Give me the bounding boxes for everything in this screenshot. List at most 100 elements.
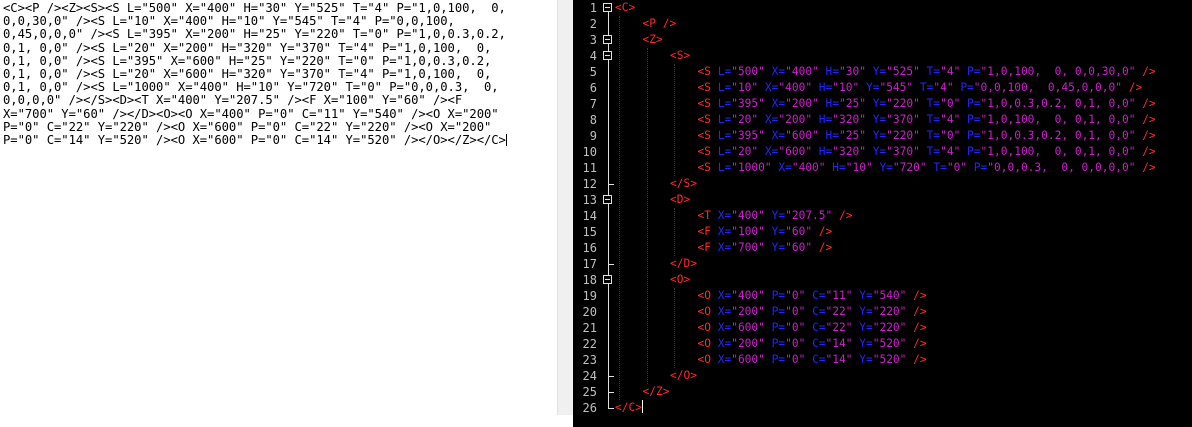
- xml-value-token: "4": [940, 113, 961, 126]
- code-line: <O X="400" P="0" C="11" Y="540" />: [698, 288, 927, 304]
- line-number: 6: [589, 81, 597, 95]
- xml-value-token: "540": [872, 289, 907, 302]
- fold-toggle-icon[interactable]: [603, 195, 612, 204]
- xml-attribute-token: Y=: [852, 305, 873, 318]
- xml-tag-token: <S: [697, 161, 718, 174]
- xml-tag-token: />: [832, 209, 853, 222]
- fold-guide-line: [608, 8, 609, 408]
- xml-attribute-token: P=: [764, 353, 786, 366]
- line-number: 14: [582, 209, 597, 223]
- code-line: <Z>: [643, 32, 663, 48]
- line-number: 20: [582, 305, 597, 319]
- xml-attribute-token: Y=: [865, 113, 887, 126]
- xml-tag-token: <D>: [670, 193, 691, 206]
- code-line: <F X="100" Y="60" />: [698, 224, 833, 240]
- code-line: </Z>: [643, 384, 670, 400]
- raw-xml-line: P="0" C="14" Y="520" /><O X="600" P="0" …: [3, 133, 506, 148]
- xml-value-token: "14": [825, 353, 853, 366]
- xml-tag-token: <F: [697, 225, 718, 238]
- xml-value-token: "370": [886, 113, 920, 126]
- xml-attribute-token: C=: [805, 337, 826, 350]
- xml-tag-token: />: [812, 225, 833, 238]
- xml-value-token: "320": [832, 145, 866, 158]
- xml-value-token: "320": [832, 113, 866, 126]
- xml-value-token: "0,0,100, 0,45,0,0,0": [973, 81, 1122, 94]
- xml-attribute-token: X=: [717, 225, 732, 238]
- fold-toggle-icon[interactable]: [603, 275, 612, 284]
- xml-tag-token: />: [1135, 129, 1156, 142]
- xml-value-token: "600": [785, 129, 819, 142]
- code-line: <F X="700" Y="60" />: [698, 240, 833, 256]
- xml-attribute-token: C=: [805, 321, 826, 334]
- xml-value-token: "0": [785, 289, 806, 302]
- xml-value-token: "400": [731, 289, 765, 302]
- xml-value-token: "200": [731, 337, 765, 350]
- code-line: <S L="395" X="200" H="25" Y="220" T="0" …: [698, 96, 1156, 112]
- xml-value-token: "25": [839, 97, 866, 110]
- code-line: <S L="20" X="600" H="320" Y="370" T="4" …: [698, 144, 1156, 160]
- xml-value-token: "0": [785, 305, 806, 318]
- code-line: <O X="600" P="0" C="14" Y="520" />: [698, 352, 927, 368]
- line-number: 5: [589, 65, 597, 79]
- indent-guide: [674, 64, 675, 176]
- xml-tag-token: />: [906, 305, 927, 318]
- xml-tag-token: <S>: [670, 49, 691, 62]
- xml-tag-token: </Z>: [642, 385, 670, 398]
- xml-attribute-token: C=: [805, 305, 826, 318]
- xml-tag-token: <Z>: [642, 33, 663, 46]
- xml-attribute-token: X=: [717, 353, 732, 366]
- xml-tag-token: </S>: [670, 177, 697, 190]
- xml-value-token: "500": [731, 65, 765, 78]
- xml-value-token: "720": [892, 161, 927, 174]
- xml-value-token: "1,0,0.3,0.2, 0,1, 0,0": [980, 97, 1136, 110]
- fold-toggle-icon[interactable]: [603, 35, 612, 44]
- xml-attribute-token: P=: [960, 113, 981, 126]
- xml-value-token: "0": [785, 353, 806, 366]
- fold-toggle-icon[interactable]: [603, 3, 612, 12]
- xml-value-token: "220": [872, 305, 907, 318]
- code-line: <T X="400" Y="207.5" />: [698, 208, 853, 224]
- xml-value-token: "4": [933, 81, 954, 94]
- xml-attribute-token: H=: [812, 145, 833, 158]
- xml-attribute-token: Y=: [865, 65, 887, 78]
- xml-attribute-token: P=: [764, 305, 786, 318]
- code-line: <S L="10" X="400" H="10" Y="545" T="4" P…: [698, 80, 1143, 96]
- vertical-scrollbar[interactable]: [557, 0, 574, 415]
- code-editor[interactable]: 1 2 3 4 5 6 7 8 9 10 11 12 13 14 15 16 17 18 19 20 21 22 23 24 2…: [573, 0, 1192, 427]
- indent-guide: [646, 48, 648, 384]
- raw-xml-line: 0,0,30,0" /><S L="10" X="400" H="10" Y="…: [3, 14, 455, 29]
- raw-xml-textarea[interactable]: <C><P /><Z><S><S L="500" X="400" H="30" …: [0, 0, 557, 415]
- xml-value-token: "4": [940, 65, 961, 78]
- raw-xml-line: P="0" C="22" Y="220" /><O X="600" P="0" …: [3, 119, 492, 134]
- xml-tag-token: />: [1135, 145, 1156, 158]
- xml-attribute-token: H=: [818, 97, 840, 110]
- xml-tag-token: <O: [697, 321, 718, 334]
- code-line: </D>: [670, 256, 697, 272]
- xml-value-token: "525": [886, 65, 920, 78]
- fold-end-marker: [608, 408, 614, 409]
- fold-end-marker: [608, 392, 614, 393]
- xml-value-token: "10": [731, 81, 759, 94]
- xml-value-token: "100": [731, 225, 765, 238]
- text-caret: [505, 134, 507, 147]
- xml-tag-token: />: [906, 353, 927, 366]
- code-line: <O>: [670, 272, 690, 288]
- indent-guide: [674, 208, 675, 256]
- code-line: <C>: [615, 0, 635, 16]
- xml-value-token: "395": [731, 97, 765, 110]
- xml-attribute-token: H=: [818, 65, 840, 78]
- xml-attribute-token: Y=: [859, 81, 880, 94]
- textarea-bottom-margin: [0, 415, 573, 427]
- xml-value-token: "520": [872, 353, 907, 366]
- xml-value-token: "10": [832, 81, 860, 94]
- code-area[interactable]: <C> <P /> <Z> <S> <S L="500" X="400" H="30" …: [615, 0, 1192, 427]
- xml-attribute-token: Y=: [852, 337, 873, 350]
- xml-value-token: "1,0,100, 0, 0,0,30,0": [980, 65, 1136, 78]
- xml-attribute-token: P=: [967, 161, 988, 174]
- raw-xml-line: 0,1, 0,0" /><S L="20" X="600" H="320" Y=…: [3, 67, 492, 82]
- xml-attribute-token: Y=: [764, 225, 786, 238]
- xml-value-token: "10": [845, 161, 873, 174]
- xml-attribute-token: X=: [764, 65, 786, 78]
- line-number: 26: [582, 401, 597, 415]
- fold-toggle-icon[interactable]: [603, 51, 612, 60]
